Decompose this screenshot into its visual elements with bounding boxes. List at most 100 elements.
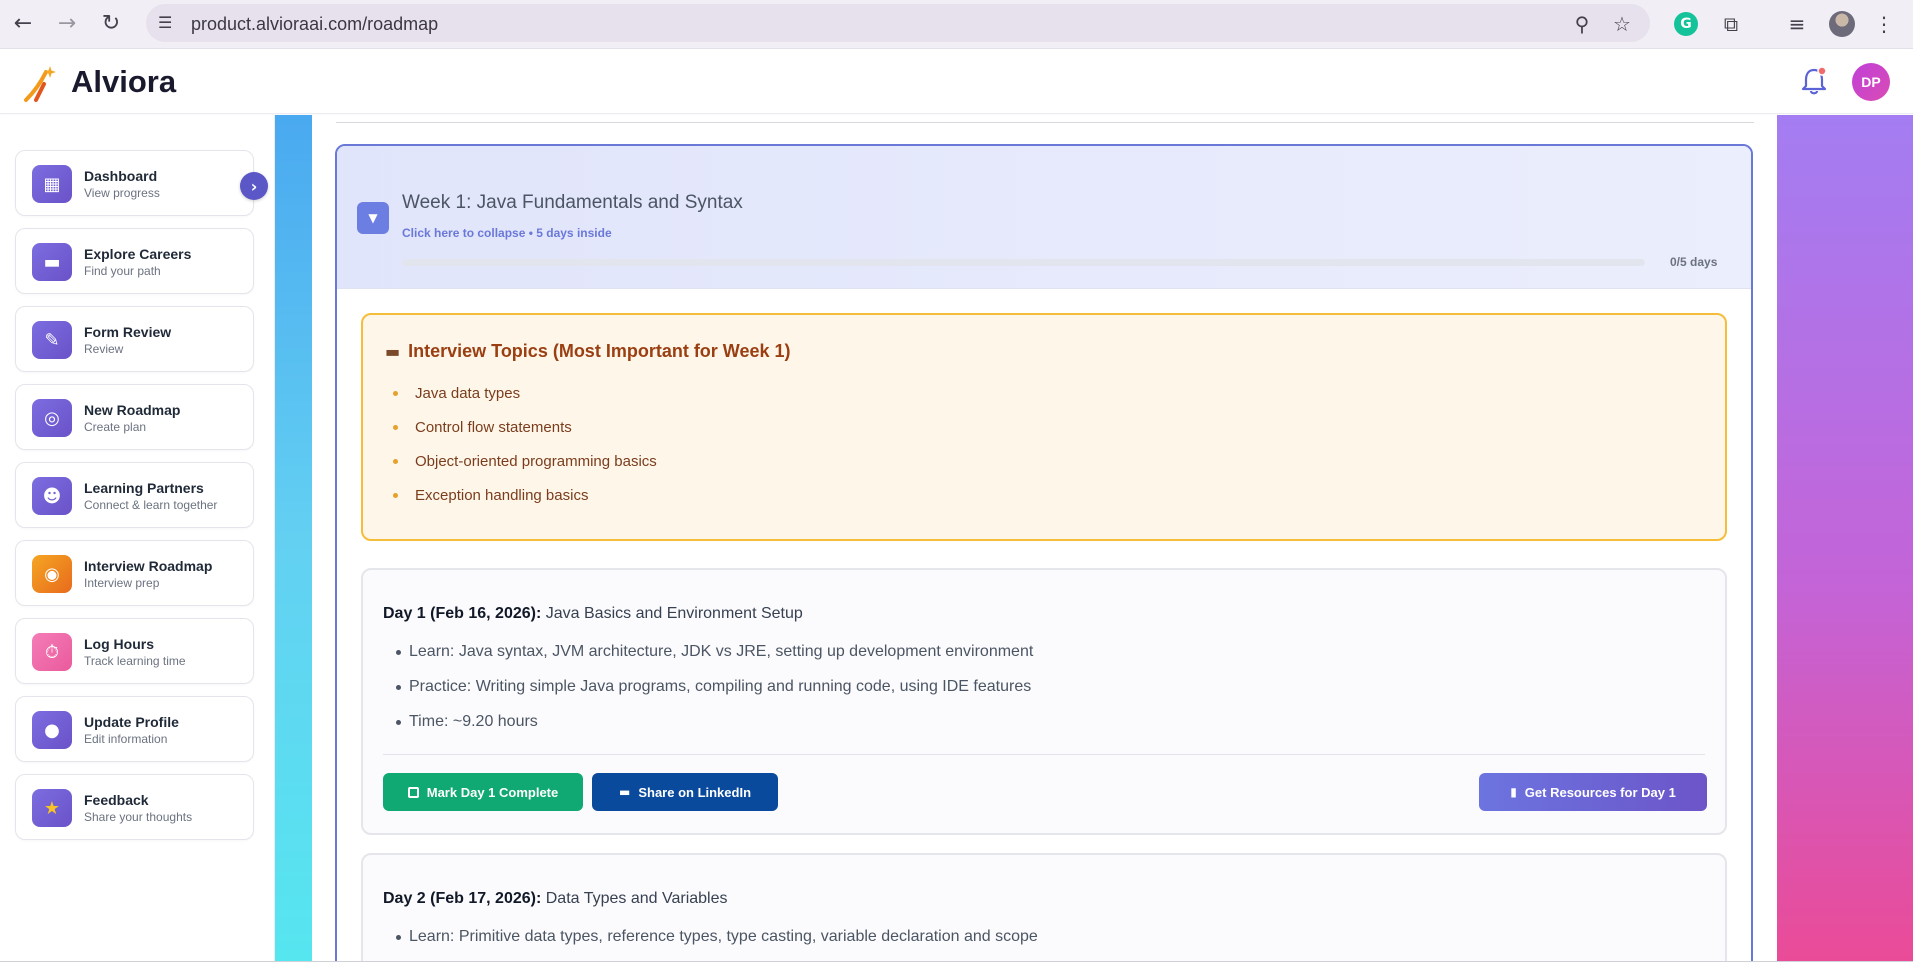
day-items-list: Learn: Primitive data types, reference t… — [396, 928, 1038, 962]
star-icon: ★ — [32, 789, 72, 827]
day-topic: Java Basics and Environment Setup — [545, 605, 803, 622]
sidebar-item-subtitle: Edit information — [84, 732, 168, 746]
interview-topics-title: ▬ Interview Topics (Most Important for We… — [385, 341, 791, 362]
day-label: Day 2 (Feb 17, 2026): — [383, 890, 542, 907]
share-linkedin-button[interactable]: ▬ Share on LinkedIn — [592, 773, 778, 811]
sidebar-item-new-roadmap[interactable]: ◎ New Roadmap Create plan — [15, 384, 254, 450]
sidebar-item-title: Form Review — [84, 324, 172, 340]
mark-day-complete-button[interactable]: Mark Day 1 Complete — [383, 773, 583, 811]
sidebar-item-title: Explore Careers — [84, 246, 192, 262]
browser-menu-icon[interactable]: ⋮ — [1870, 10, 1898, 38]
browser-toolbar: ← → ↻ ☰ product.alvioraai.com/roadmap ⚲ … — [0, 0, 1913, 49]
week-progress-bar — [402, 259, 1645, 266]
interview-topics-box: ▬ Interview Topics (Most Important for We… — [361, 313, 1727, 541]
briefcase-icon: ▬ — [32, 243, 72, 281]
list-item: Practice: Writing simple Java programs, … — [395, 678, 1033, 713]
sidebar-item-title: Feedback — [84, 792, 149, 808]
back-icon[interactable]: ← — [8, 8, 38, 38]
interview-topics-title-text: Interview Topics (Most Important for Wee… — [408, 341, 791, 361]
people-icon: ☻ — [32, 477, 72, 515]
week-card: ▼ Week 1: Java Fundamentals and Syntax C… — [335, 144, 1753, 962]
list-item: Java data types — [391, 385, 657, 419]
sidebar-toggle-chevron-icon[interactable]: › — [240, 172, 268, 200]
sidebar-item-title: Log Hours — [84, 636, 154, 652]
sidebar-item-form-review[interactable]: ✎ Form Review Review — [15, 306, 254, 372]
collapse-triangle-icon[interactable]: ▼ — [357, 202, 389, 234]
background-gradient-left — [275, 115, 312, 962]
user-icon: ● — [32, 711, 72, 749]
sidebar-item-learning-partners[interactable]: ☻ Learning Partners Connect & learn toge… — [15, 462, 254, 528]
day-card-1: Day 1 (Feb 16, 2026): Java Basics and En… — [361, 568, 1727, 835]
sidebar-item-title: New Roadmap — [84, 402, 181, 418]
background-gradient-right — [1777, 115, 1913, 962]
target-icon: ◉ — [32, 555, 72, 593]
app-header: Alviora DP — [0, 50, 1913, 114]
button-label: Share on LinkedIn — [638, 784, 752, 800]
get-resources-button[interactable]: ▮ Get Resources for Day 1 — [1479, 773, 1707, 811]
sidebar-item-log-hours[interactable]: ⏱ Log Hours Track learning time — [15, 618, 254, 684]
sidebar-item-subtitle: Review — [84, 342, 124, 356]
sidebar-item-update-profile[interactable]: ● Update Profile Edit information — [15, 696, 254, 762]
site-settings-icon[interactable]: ☰ — [158, 13, 178, 33]
sidebar-item-subtitle: Connect & learn together — [84, 498, 218, 512]
divider — [383, 754, 1705, 755]
notification-bell-icon[interactable] — [1800, 66, 1828, 96]
day-title: Day 2 (Feb 17, 2026): Data Types and Var… — [383, 890, 728, 908]
stopwatch-icon: ⏱ — [32, 633, 72, 671]
button-label: Mark Day 1 Complete — [426, 784, 559, 800]
sidebar-item-subtitle: Share your thoughts — [84, 810, 193, 824]
sidebar-item-title: Update Profile — [84, 714, 179, 730]
alviora-logo-icon — [24, 66, 56, 102]
app-logo-text[interactable]: Alviora — [71, 64, 176, 100]
sidebar-item-interview-roadmap[interactable]: ◉ Interview Roadmap Interview prep — [15, 540, 254, 606]
address-bar[interactable]: ☰ product.alvioraai.com/roadmap ⚲ ☆ — [146, 4, 1650, 42]
list-item: Learn: Java syntax, JVM architecture, JD… — [395, 643, 1033, 678]
sidebar: ▦ Dashboard View progress ▬ Explore Care… — [0, 115, 275, 962]
url-text[interactable]: product.alvioraai.com/roadmap — [191, 14, 438, 35]
sidebar-item-subtitle: Find your path — [84, 264, 161, 278]
day-title: Day 1 (Feb 16, 2026): Java Basics and En… — [383, 605, 803, 623]
grammarly-extension-icon[interactable]: G — [1672, 10, 1700, 38]
week-header[interactable]: ▼ Week 1: Java Fundamentals and Syntax C… — [337, 146, 1751, 289]
list-item: Time: ~9.20 hours — [395, 713, 1033, 748]
sidebar-item-dashboard[interactable]: ▦ Dashboard View progress — [15, 150, 254, 216]
sidebar-item-explore-careers[interactable]: ▬ Explore Careers Find your path — [15, 228, 254, 294]
day-label: Day 1 (Feb 16, 2026): — [383, 605, 542, 622]
media-control-icon[interactable]: ≡ — [1783, 10, 1811, 38]
list-item: Control flow statements — [391, 419, 657, 453]
week-progress-label: 0/5 days — [1670, 255, 1718, 269]
sidebar-item-subtitle: View progress — [84, 186, 160, 200]
day-topic: Data Types and Variables — [545, 890, 728, 907]
extensions-puzzle-icon[interactable]: ⧉ — [1717, 10, 1745, 38]
week-subtitle[interactable]: Click here to collapse • 5 days inside — [402, 226, 612, 240]
document-icon: ✎ — [32, 321, 72, 359]
forward-icon[interactable]: → — [52, 8, 82, 38]
list-item: Exception handling basics — [391, 487, 657, 521]
sidebar-item-subtitle: Interview prep — [84, 576, 160, 590]
briefcase-icon: ▬ — [385, 342, 401, 361]
sidebar-item-feedback[interactable]: ★ Feedback Share your thoughts — [15, 774, 254, 840]
sidebar-item-title: Dashboard — [84, 168, 158, 184]
sidebar-item-subtitle: Create plan — [84, 420, 147, 434]
interview-topics-list: Java data types Control flow statements … — [391, 385, 657, 521]
checkbox-icon — [407, 786, 419, 798]
sidebar-item-title: Learning Partners — [84, 480, 204, 496]
reload-icon[interactable]: ↻ — [96, 8, 126, 38]
briefcase-icon: ▬ — [618, 785, 631, 799]
list-item: Object-oriented programming basics — [391, 453, 657, 487]
sidebar-item-subtitle: Track learning time — [84, 654, 186, 668]
bookmark-star-icon[interactable]: ☆ — [1610, 12, 1634, 36]
list-item: Learn: Primitive data types, reference t… — [396, 928, 1038, 962]
chart-icon: ▦ — [32, 165, 72, 203]
divider — [336, 122, 1754, 123]
sidebar-item-title: Interview Roadmap — [84, 558, 213, 574]
button-label: Get Resources for Day 1 — [1524, 784, 1676, 800]
books-icon: ▮ — [1510, 785, 1517, 799]
day-items-list: Learn: Java syntax, JVM architecture, JD… — [395, 643, 1033, 748]
week-title[interactable]: Week 1: Java Fundamentals and Syntax — [402, 192, 743, 214]
day-card-2: Day 2 (Feb 17, 2026): Data Types and Var… — [361, 853, 1727, 962]
compass-icon: ◎ — [32, 399, 72, 437]
browser-profile-avatar[interactable] — [1828, 10, 1856, 38]
user-avatar[interactable]: DP — [1852, 63, 1890, 101]
zoom-icon[interactable]: ⚲ — [1570, 12, 1594, 36]
